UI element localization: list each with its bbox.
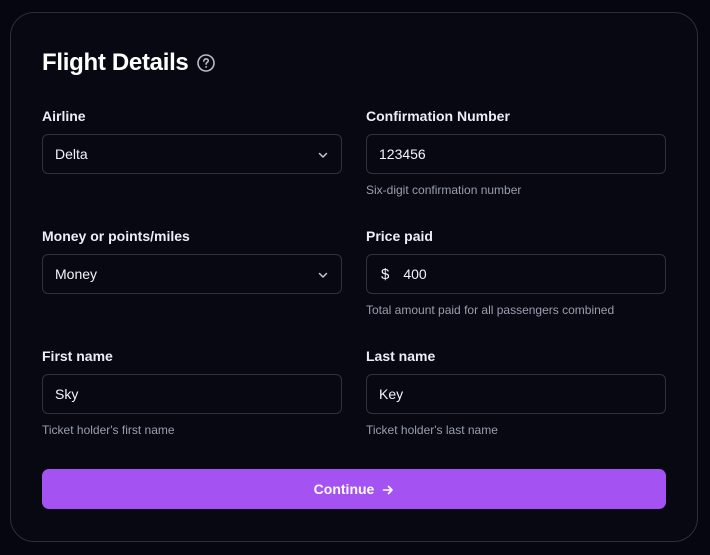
chevron-down-icon [317, 268, 329, 280]
confirmation-input[interactable] [379, 146, 653, 162]
last-name-input-box [366, 374, 666, 414]
confirmation-help: Six-digit confirmation number [366, 183, 522, 197]
first-name-help: Ticket holder's first name [42, 423, 175, 437]
price-input[interactable] [403, 266, 653, 282]
first-name-field: First name Ticket holder's first name [42, 347, 342, 437]
price-field: Price paid $ Total amount paid for all p… [366, 227, 666, 317]
confirmation-label: Confirmation Number [366, 108, 510, 124]
airline-select[interactable]: Delta [42, 134, 342, 174]
page-title: Flight Details [42, 49, 189, 76]
continue-button[interactable]: Continue [42, 469, 666, 509]
payment-type-label: Money or points/miles [42, 228, 190, 244]
first-name-input-box [42, 374, 342, 414]
first-name-label: First name [42, 348, 113, 364]
airline-field: Airline Delta [42, 107, 342, 174]
airline-label: Airline [42, 108, 86, 124]
payment-type-select[interactable]: Money [42, 254, 342, 294]
price-help: Total amount paid for all passengers com… [366, 303, 615, 317]
payment-type-value: Money [55, 266, 98, 282]
last-name-help: Ticket holder's last name [366, 423, 498, 437]
chevron-down-icon [317, 148, 329, 160]
first-name-input[interactable] [55, 386, 329, 402]
continue-label: Continue [313, 481, 375, 497]
confirmation-field: Confirmation Number Six-digit confirmati… [366, 107, 666, 197]
price-label: Price paid [366, 228, 433, 244]
confirmation-input-box [366, 134, 666, 174]
currency-symbol: $ [381, 265, 390, 283]
airline-value: Delta [55, 146, 88, 162]
last-name-field: Last name Ticket holder's last name [366, 347, 666, 437]
last-name-label: Last name [366, 348, 436, 364]
flight-details-card: Flight Details Airline Delta Confirmatio… [10, 12, 698, 542]
title-row: Flight Details [42, 49, 216, 77]
price-input-box: $ [366, 254, 666, 294]
arrow-right-icon [382, 483, 394, 495]
question-circle-icon[interactable] [197, 54, 216, 72]
payment-type-field: Money or points/miles Money [42, 227, 342, 294]
last-name-input[interactable] [379, 386, 653, 402]
